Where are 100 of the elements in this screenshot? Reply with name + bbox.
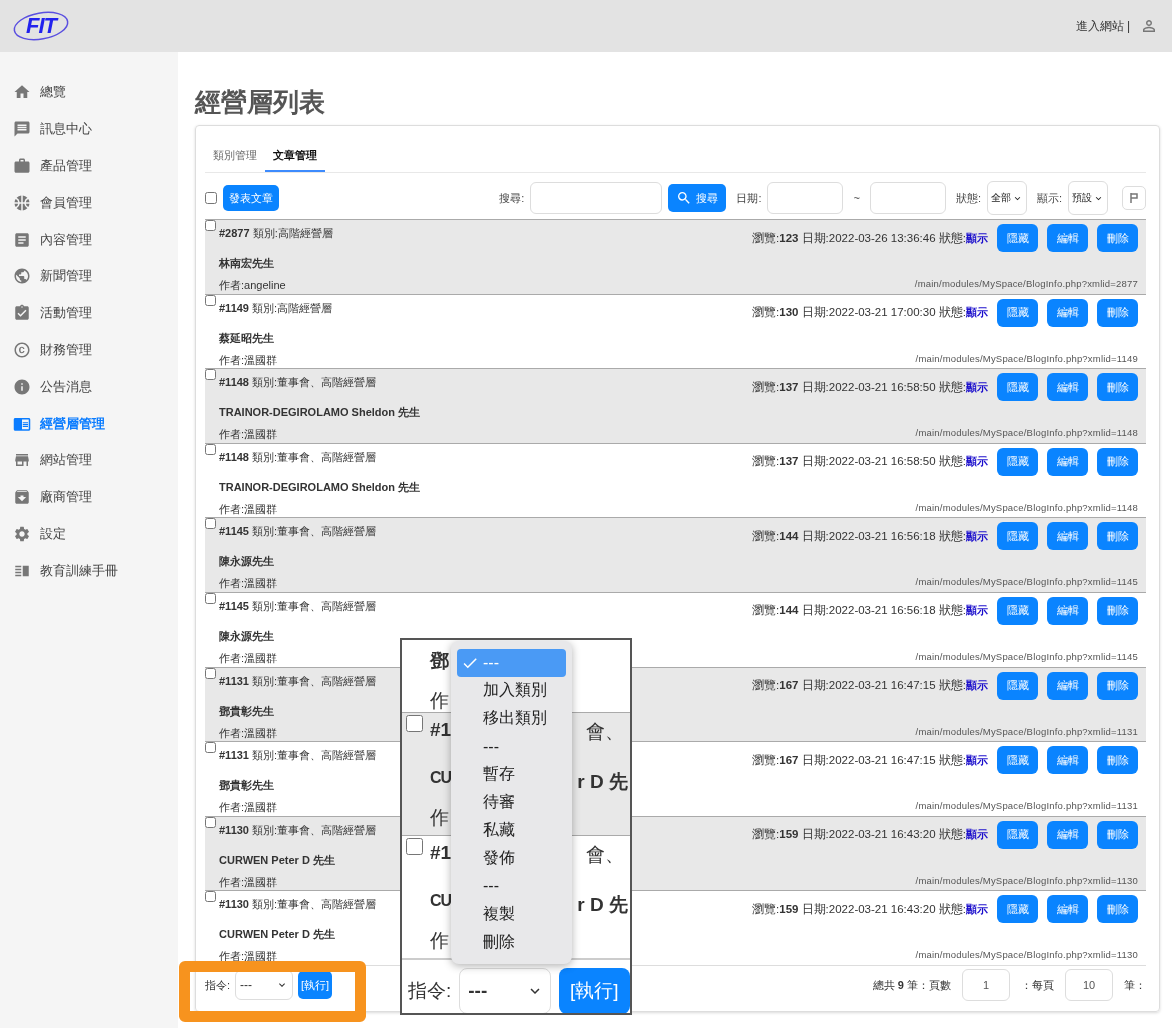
action-button[interactable]: 刪除 [1097,596,1138,625]
status-link[interactable]: 顯示 [966,827,988,843]
status-link[interactable]: 顯示 [966,678,988,694]
action-button[interactable]: 隱藏 [997,447,1038,476]
checkbox[interactable] [205,592,216,604]
sidebar-item[interactable]: 網站管理 [0,441,178,479]
status-link[interactable]: 顯示 [966,603,988,619]
checkbox[interactable] [406,838,423,855]
action-button[interactable]: 編輯 [1047,746,1088,775]
checkbox[interactable] [205,816,216,828]
action-button[interactable]: 刪除 [1097,671,1138,700]
status-link[interactable]: 顯示 [966,901,988,917]
menu-item[interactable]: --- [457,732,566,761]
menu-item[interactable]: 發佈 [457,844,566,873]
action-button[interactable]: 隱藏 [997,224,1038,252]
logo[interactable]: FIT [12,10,70,42]
flag-button[interactable] [1122,186,1146,210]
status-link[interactable]: 顯示 [966,230,988,246]
action-button[interactable]: 刪除 [1097,522,1138,551]
action-button[interactable]: 刪除 [1097,746,1138,775]
checkbox[interactable] [205,294,216,306]
action-button[interactable]: 編輯 [1047,671,1088,700]
checkbox[interactable] [205,891,216,903]
tab[interactable]: 類別管理 [205,144,265,172]
menu-item[interactable]: 暫存 [457,760,566,789]
sidebar-item[interactable]: 設定 [0,515,178,553]
menu-item[interactable]: --- [457,872,566,901]
sidebar-item[interactable]: 教育訓練手冊 [0,552,178,590]
run-button[interactable]: [執行] [558,968,630,1013]
action-button[interactable]: 編輯 [1047,895,1088,924]
sidebar-item[interactable]: 公告消息 [0,368,178,406]
checkbox[interactable] [205,518,216,530]
status-link[interactable]: 顯示 [966,379,988,395]
menu-item[interactable]: 移出類別 [457,704,566,733]
checkbox[interactable] [406,715,423,732]
menu-item[interactable]: 加入類別 [457,676,566,705]
checkbox[interactable] [205,742,216,754]
action-button[interactable]: 編輯 [1047,522,1088,551]
action-button[interactable]: 隱藏 [997,820,1038,849]
tab[interactable]: 文章管理 [265,144,325,172]
run-button[interactable]: [執行] [298,971,333,1000]
publish-button[interactable]: 發表文章 [223,185,279,211]
article-name: 林南宏先生 [219,256,274,271]
display-select[interactable]: 預設 [1068,181,1108,215]
user-icon[interactable] [1140,17,1158,35]
action-button[interactable]: 隱藏 [997,895,1038,924]
action-button[interactable]: 隱藏 [997,373,1038,402]
menu-item[interactable]: 刪除 [457,928,566,956]
article-title: #1130 類別:董事會、高階經營層 [219,897,377,913]
status-select[interactable]: 全部 [986,181,1027,215]
checkbox[interactable] [205,192,217,204]
status-link[interactable]: 顯示 [966,305,988,321]
sidebar-item[interactable]: 財務管理 [0,331,178,369]
menu-item[interactable]: 複製 [457,900,566,929]
action-button[interactable]: 刪除 [1097,224,1138,252]
action-button[interactable]: 隱藏 [997,746,1038,775]
article-stats: 瀏覽:159 日期:2022-03-21 16:43:20 狀態: [752,827,966,843]
sidebar-item[interactable]: 內容管理 [0,221,178,258]
action-button[interactable]: 編輯 [1047,596,1088,625]
checkbox[interactable] [205,220,216,231]
sidebar-item[interactable]: 總覽 [0,74,178,111]
date-field[interactable] [767,182,844,214]
site-link[interactable]: 進入網站 | [1075,17,1130,35]
copyright-icon [13,340,31,359]
action-button[interactable]: 編輯 [1047,224,1088,252]
category-fragment: 會、 [586,843,624,867]
action-button[interactable]: 刪除 [1097,373,1138,402]
sidebar-item[interactable]: 活動管理 [0,294,178,332]
checkbox[interactable] [205,369,216,381]
per-page-field[interactable]: 10 [1065,969,1113,1002]
action-button[interactable]: 刪除 [1097,447,1138,476]
sidebar-item[interactable]: 訊息中心 [0,110,178,148]
sidebar-item[interactable]: 經營層管理 [0,405,178,442]
action-button[interactable]: 隱藏 [997,671,1038,700]
date-field[interactable] [869,182,946,214]
action-button[interactable]: 編輯 [1047,820,1088,849]
action-button[interactable]: 刪除 [1097,895,1138,924]
search-button[interactable]: 搜尋 [668,184,727,212]
sidebar-item[interactable]: 廠商管理 [0,478,178,516]
checkbox[interactable] [205,667,216,679]
status-link[interactable]: 顯示 [966,528,988,544]
author-text: 作者:angeline [219,278,286,293]
action-button[interactable]: 編輯 [1047,447,1088,476]
action-button[interactable]: 隱藏 [997,596,1038,625]
menu-item[interactable]: 待審 [457,788,566,817]
sidebar-item[interactable]: 會員管理 [0,184,178,222]
status-link[interactable]: 顯示 [966,752,988,768]
search-field[interactable] [530,182,663,214]
action-button[interactable]: 編輯 [1047,298,1088,327]
sidebar-item[interactable]: 新聞管理 [0,258,178,295]
sidebar-item[interactable]: 產品管理 [0,147,178,185]
action-button[interactable]: 刪除 [1097,820,1138,849]
action-button[interactable]: 隱藏 [997,298,1038,327]
menu-item[interactable]: 私藏 [457,816,566,845]
action-button[interactable]: 編輯 [1047,373,1088,402]
status-link[interactable]: 顯示 [966,454,988,470]
checkbox[interactable] [205,443,216,455]
page-field[interactable]: 1 [962,969,1010,1002]
action-button[interactable]: 隱藏 [997,522,1038,551]
action-button[interactable]: 刪除 [1097,298,1138,327]
